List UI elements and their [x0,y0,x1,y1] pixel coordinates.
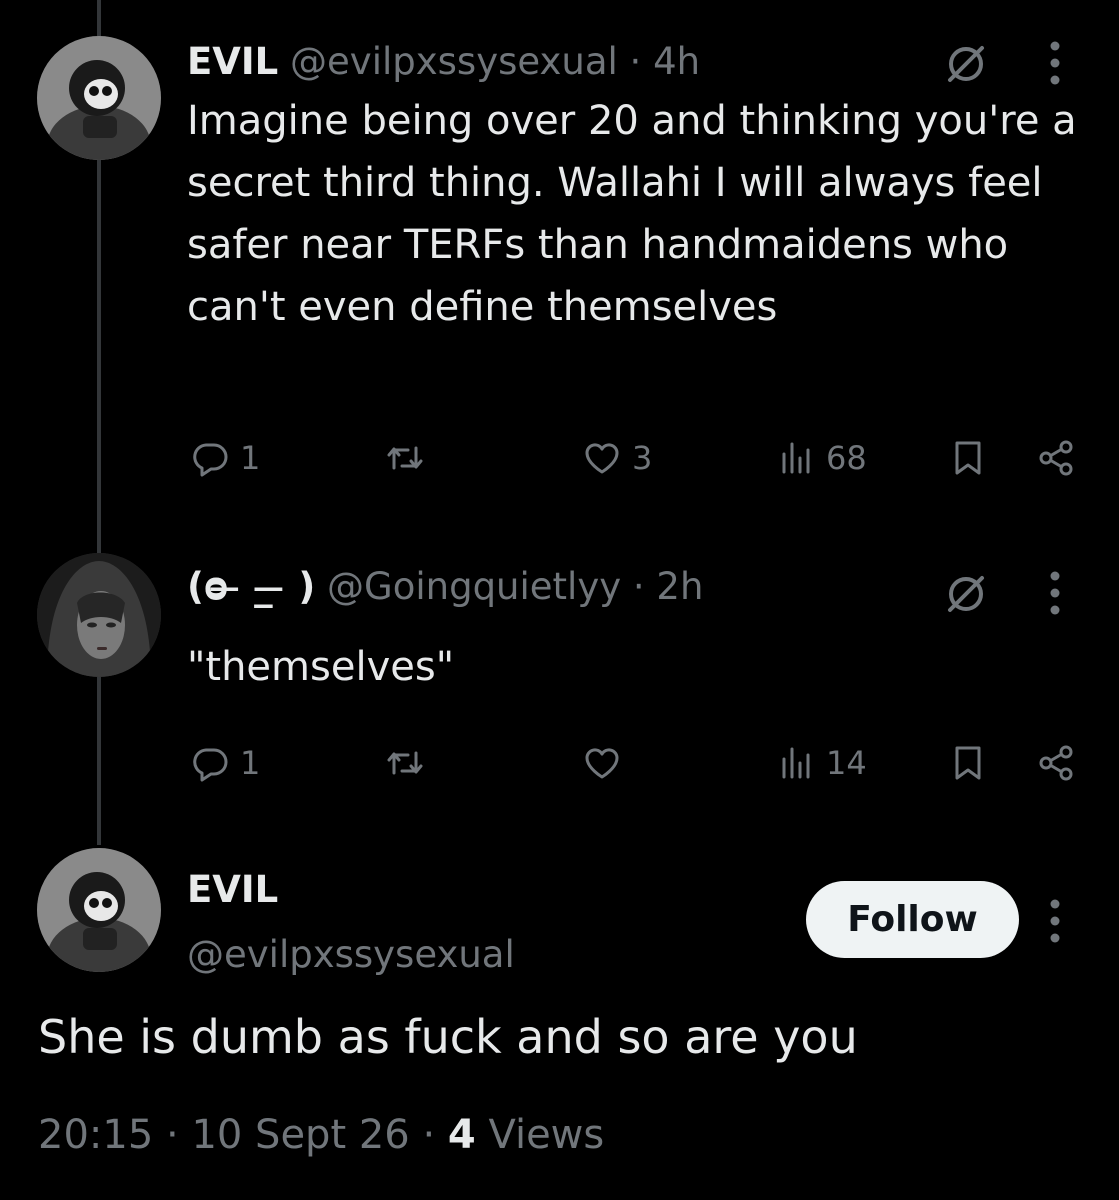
bookmark-icon [955,746,981,780]
views-button[interactable]: 14 [776,733,867,793]
retweet-icon [387,751,423,775]
display-name[interactable]: (ᴑ ̶ _ ̶ ) [187,565,315,608]
retweet-icon [387,446,423,470]
handle[interactable]: @evilpxssysexual [290,40,618,83]
display-name[interactable]: EVIL [187,40,278,83]
follow-button[interactable]: Follow [806,881,1019,958]
reply-count: 1 [240,439,261,477]
like-icon [585,443,619,474]
handle[interactable]: @evilpxssysexual [187,933,515,977]
bookmark-button[interactable] [948,428,988,488]
tweet-header: (ᴑ ̶ _ ̶ ) @Goingquietlyy · 2h [187,565,703,609]
more-icon[interactable] [1049,40,1061,86]
share-button[interactable] [1036,428,1076,488]
handle[interactable]: @Goingquietlyy [327,565,621,608]
grok-icon[interactable] [942,40,990,88]
more-icon[interactable] [1049,898,1061,944]
share-icon [1039,745,1073,781]
tweet-meta: 20:15 · 10 Sept 26 · 4 Views [38,1105,604,1165]
like-button[interactable] [582,733,632,793]
more-icon[interactable] [1049,570,1061,616]
display-name[interactable]: EVIL [187,868,278,912]
retweet-button[interactable] [385,428,425,488]
like-button[interactable]: 3 [582,428,652,488]
reply-button[interactable]: 1 [190,733,260,793]
timestamp[interactable]: · 4h [630,40,701,83]
bookmark-button[interactable] [948,733,988,793]
tweet-text: Imagine being over 20 and thinking you'r… [187,98,1077,330]
view-count: 68 [826,439,867,477]
views-button[interactable]: 68 [776,428,867,488]
like-count: 3 [632,439,653,477]
reply-count: 1 [240,744,261,782]
timestamp[interactable]: · 2h [633,565,704,608]
tweet-actions: 1 3 68 [0,428,1119,488]
retweet-button[interactable] [385,733,425,793]
bookmark-icon [955,441,981,475]
avatar[interactable] [37,848,161,972]
separator: · [422,1112,436,1158]
share-button[interactable] [1036,733,1076,793]
tweet-date[interactable]: 10 Sept 26 [191,1112,409,1158]
separator: · [166,1112,179,1158]
tweet-header: EVIL @evilpxssysexual · 4h [187,40,700,84]
reply-icon [193,443,228,477]
tweet-text: She is dumb as fuck and so are you [38,1010,858,1064]
tweet-text: "themselves" [187,644,455,690]
tweet-time[interactable]: 20:15 [38,1112,153,1158]
thread-line [97,160,101,555]
avatar[interactable] [37,36,161,160]
share-icon [1039,440,1073,476]
reply-icon [193,748,228,782]
reply-button[interactable]: 1 [190,428,260,488]
grok-icon[interactable] [942,570,990,618]
avatar[interactable] [37,553,161,677]
like-icon [585,748,619,779]
views-icon [782,747,810,779]
tweet-actions: 1 14 [0,733,1119,793]
views-count: 4 [447,1112,476,1158]
thread-line [97,0,101,40]
views-label: Views [488,1112,605,1158]
views-icon [782,442,810,474]
view-count: 14 [826,744,867,782]
